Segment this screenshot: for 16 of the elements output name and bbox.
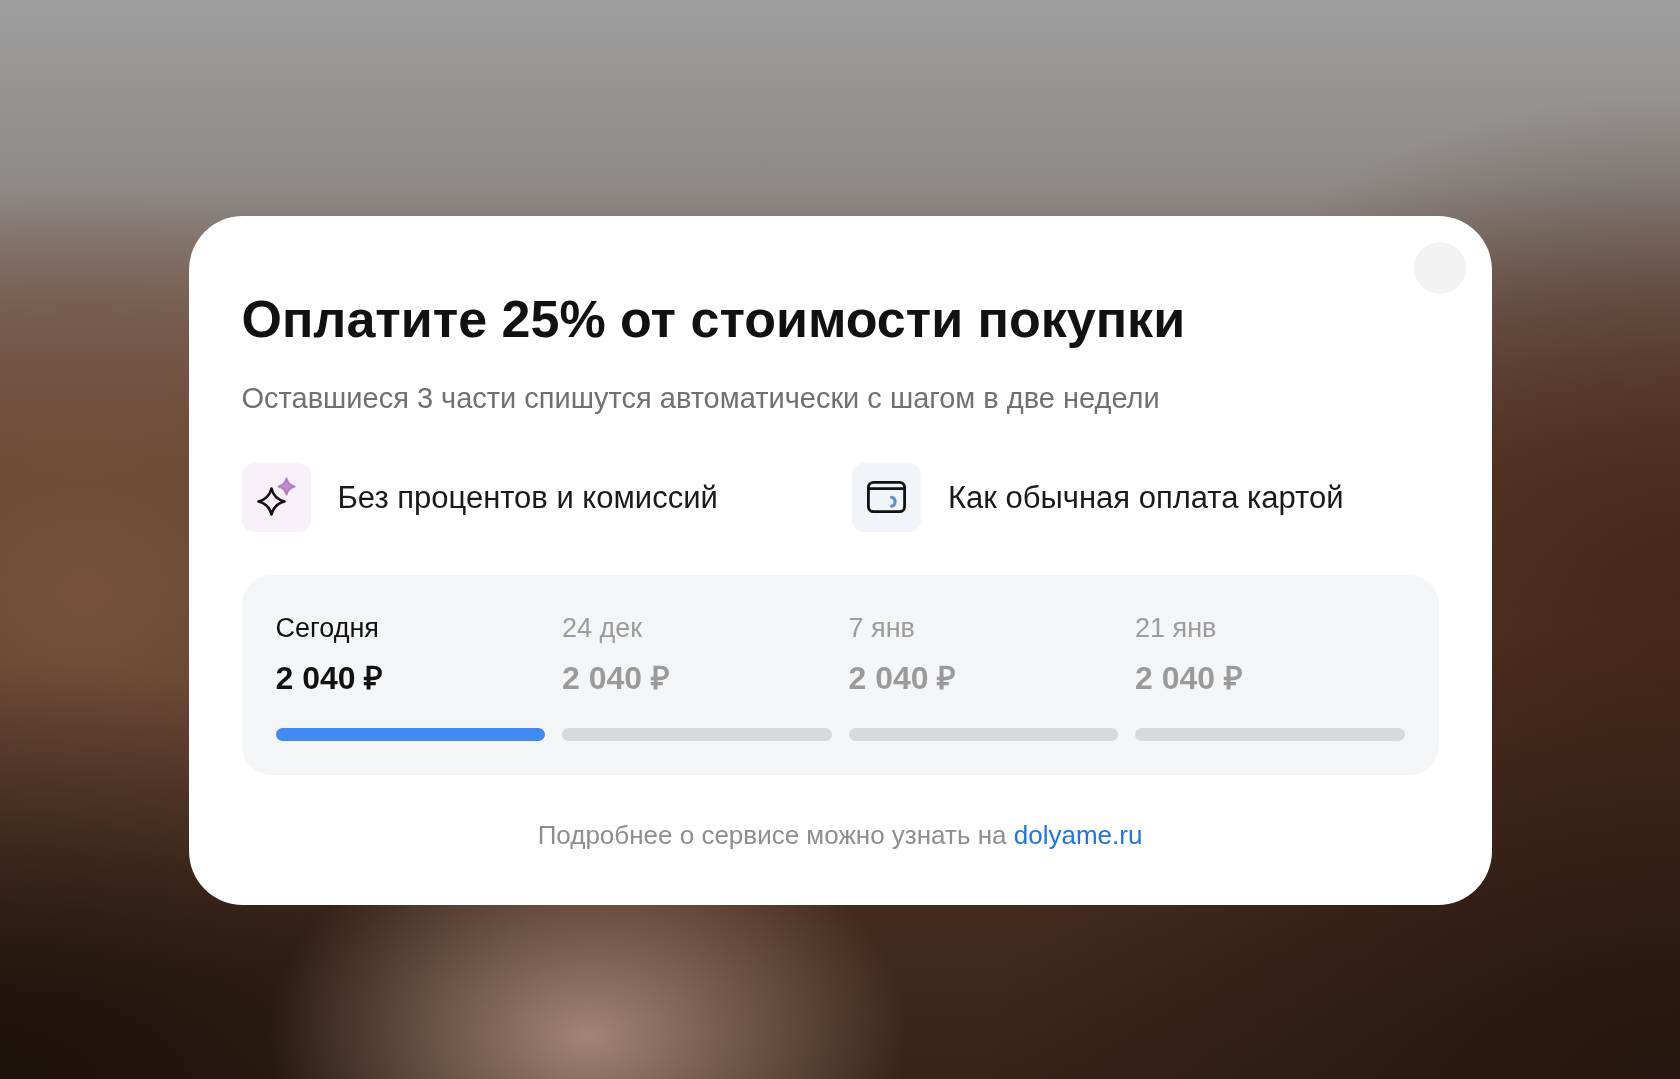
payment-amount: 2 040 ₽ [1135, 659, 1243, 697]
dialog-subtitle: Оставшиеся 3 части спишутся автоматически с шагом в две недели [241, 381, 1160, 416]
payment-date: 24 дек [562, 612, 643, 644]
payment-date: 7 янв [848, 612, 915, 644]
website-link[interactable]: dolyame.ru [1013, 820, 1143, 850]
payment-amount: 2 040 ₽ [848, 659, 957, 697]
bank-card-icon [852, 463, 921, 532]
payment-amount: 2 040 ₽ [275, 659, 384, 697]
payment-date: Сегодня [275, 612, 379, 644]
payment-amount: 2 040 ₽ [562, 659, 670, 697]
payment-date: 21 янв [1135, 612, 1217, 644]
feature-text: Без процентов и комиссий [337, 478, 718, 517]
sparkle-icon [241, 463, 311, 532]
feature-text: Как обычная оплата картой [948, 478, 1344, 517]
footer-text: Подробнее о сервисе можно узнать на dolyame.ru [536, 819, 1144, 851]
dialog-title: Оплатите 25% от стоимости покупки [241, 289, 1186, 350]
